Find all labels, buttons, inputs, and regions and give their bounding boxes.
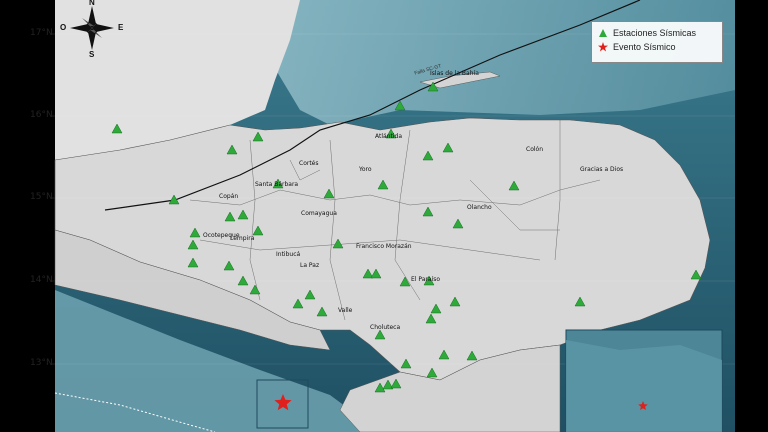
station-triangle-icon	[599, 29, 607, 37]
place-choluteca: Choluteca	[370, 324, 401, 331]
place-lempira: Lempira	[230, 235, 255, 242]
place-valle: Valle	[338, 307, 353, 314]
place-copan: Copán	[219, 193, 239, 200]
legend-row-stations: Estaciones Sísmicas	[598, 27, 696, 39]
place-colon: Colón	[526, 146, 544, 153]
place-yoro: Yoro	[359, 166, 372, 173]
legend-event-label: Evento Sísmico	[613, 42, 676, 52]
event-star-icon	[598, 42, 608, 52]
place-el-paraiso: El Paraíso	[411, 276, 440, 283]
legend-stations-label: Estaciones Sísmicas	[613, 28, 697, 38]
place-atlantida: Atlántida	[375, 133, 403, 140]
place-islas-de-la-bahia: Islas de la Bahía	[430, 70, 479, 77]
compass-east: E	[118, 23, 124, 32]
inset-terrain	[566, 340, 722, 432]
place-la-paz: La Paz	[300, 262, 320, 269]
lat-label-16: 16°N	[30, 110, 53, 120]
place-gracias-a-dios: Gracias a Dios	[580, 166, 624, 173]
place-santa-barbara: Santa Bárbara	[255, 181, 299, 188]
lat-label-13: 13°N	[30, 358, 53, 368]
lat-label-17: 17°N	[30, 28, 53, 38]
lat-label-14: 14°N	[30, 275, 53, 285]
place-olancho: Olancho	[467, 204, 492, 211]
lat-label-15: 15°N	[30, 192, 53, 202]
compass-west: O	[60, 23, 67, 32]
compass-north: N	[89, 0, 95, 7]
place-intibuca: Intibucá	[276, 251, 301, 258]
compass-south: S	[89, 50, 95, 59]
place-francisco-morazan: Francisco Morazán	[356, 243, 412, 250]
legend-row-event: Evento Sísmico	[598, 41, 676, 53]
place-comayagua: Comayagua	[301, 210, 337, 217]
map-stage: 17°N 16°N 15°N 14°N 13°N N S O E Falla S…	[0, 0, 768, 432]
map-canvas	[51, 0, 735, 432]
place-cortes: Cortés	[299, 160, 319, 167]
map-legend: Estaciones Sísmicas Evento Sísmico	[591, 21, 723, 63]
